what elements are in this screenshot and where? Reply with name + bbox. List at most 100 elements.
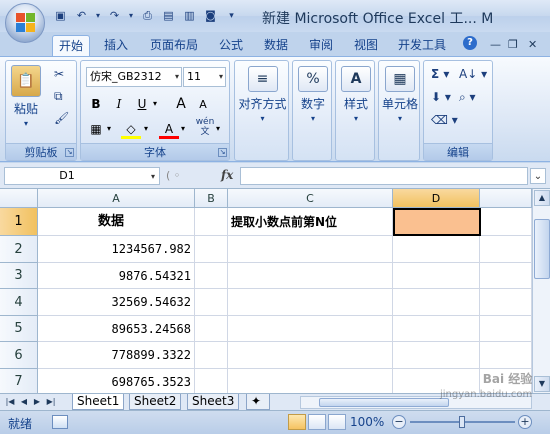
phonetic-guide-button[interactable]: wén 文 — [195, 117, 215, 137]
cell-a7[interactable]: 698765.3523 — [38, 369, 195, 393]
tab-formulas[interactable]: 公式 — [219, 35, 243, 56]
page-layout-view-button[interactable] — [308, 414, 326, 430]
cell-c7[interactable] — [228, 369, 393, 393]
format-painter-icon[interactable]: 🖌 — [54, 111, 69, 125]
cell-a5[interactable]: 89653.24568 — [38, 316, 195, 342]
tab-developer[interactable]: 开发工具 — [398, 35, 446, 56]
vertical-scrollbar[interactable]: ▲ ▼ — [532, 189, 550, 393]
cell-c3[interactable] — [228, 263, 393, 289]
number-button[interactable]: % 数字 ▾ — [293, 66, 333, 123]
macro-record-icon[interactable] — [52, 415, 68, 429]
cut-icon[interactable]: ✂ — [54, 67, 64, 81]
prev-sheet-icon[interactable]: ◀ — [18, 396, 30, 408]
cell-d4[interactable] — [393, 289, 480, 316]
undo-dropdown-icon[interactable]: ▾ — [94, 7, 102, 24]
phonetic-dropdown-icon[interactable]: ▾ — [213, 119, 223, 139]
cell-a4[interactable]: 32569.54632 — [38, 289, 195, 316]
cell-a3[interactable]: 9876.54321 — [38, 263, 195, 289]
expand-formula-bar-icon[interactable]: ⌄ — [530, 168, 546, 184]
cell-b2[interactable] — [195, 236, 228, 263]
redo-icon[interactable]: ↷ — [106, 7, 123, 24]
customize-qat-icon[interactable]: ▾ — [223, 7, 240, 24]
grow-font-button[interactable]: A — [171, 94, 191, 114]
last-sheet-icon[interactable]: ▶| — [45, 396, 57, 408]
font-color-button[interactable]: A — [159, 119, 179, 139]
cell-a6[interactable]: 778899.3322 — [38, 342, 195, 369]
cells-button[interactable]: ▦ 单元格 ▾ — [379, 66, 421, 123]
column-header-d[interactable]: D — [393, 189, 480, 208]
cell-b6[interactable] — [195, 342, 228, 369]
cell-d3[interactable] — [393, 263, 480, 289]
borders-icon[interactable]: ▦ — [86, 119, 106, 139]
clear-icon[interactable]: ⌫ ▾ — [431, 113, 458, 127]
next-sheet-icon[interactable]: ▶ — [31, 396, 43, 408]
tab-view[interactable]: 视图 — [354, 35, 378, 56]
page-break-view-button[interactable] — [328, 414, 346, 430]
cell-b7[interactable] — [195, 369, 228, 393]
cell-c2[interactable] — [228, 236, 393, 263]
zoom-in-icon[interactable]: + — [518, 415, 532, 429]
minimize-ribbon-icon[interactable]: — — [490, 38, 501, 51]
undo-icon[interactable]: ↶ — [73, 7, 90, 24]
select-all-corner[interactable] — [0, 189, 38, 208]
zoom-level[interactable]: 100% — [350, 415, 384, 429]
print-preview-icon[interactable]: ⎙ — [139, 7, 156, 24]
cell-c6[interactable] — [228, 342, 393, 369]
bold-button[interactable]: B — [86, 94, 106, 114]
tab-data[interactable]: 数据 — [264, 35, 288, 56]
fill-color-dropdown-icon[interactable]: ▾ — [141, 119, 151, 139]
camera-icon[interactable]: ◙ — [202, 7, 219, 24]
cell-a1[interactable]: 数据 — [38, 208, 195, 236]
paste-button[interactable]: 📋 粘贴 ▾ — [10, 65, 42, 128]
scroll-down-icon[interactable]: ▼ — [534, 376, 550, 392]
borders-dropdown-icon[interactable]: ▾ — [104, 119, 114, 139]
font-launcher-icon[interactable]: ↘ — [218, 148, 227, 157]
cell-a2[interactable]: 1234567.982 — [38, 236, 195, 263]
column-header-b[interactable]: B — [195, 189, 228, 208]
font-name-combo[interactable]: 仿宋_GB2312 ▾ — [86, 67, 182, 87]
autosum-icon[interactable]: Σ ▾ — [431, 67, 449, 81]
cell-b1[interactable] — [195, 208, 228, 236]
copy-icon[interactable]: ⧉ — [54, 89, 63, 104]
cell-e2[interactable] — [480, 236, 532, 263]
cell-e3[interactable] — [480, 263, 532, 289]
tab-page-layout[interactable]: 页面布局 — [150, 35, 198, 56]
italic-button[interactable]: I — [109, 94, 129, 114]
formula-input[interactable] — [240, 167, 528, 185]
restore-window-icon[interactable]: ❐ — [508, 38, 518, 51]
row-header-2[interactable]: 2 — [0, 236, 38, 263]
column-header-c[interactable]: C — [228, 189, 393, 208]
help-icon[interactable]: ? — [463, 36, 477, 50]
cell-d1[interactable] — [393, 208, 481, 236]
font-color-dropdown-icon[interactable]: ▾ — [178, 119, 188, 139]
cell-e5[interactable] — [480, 316, 532, 342]
alignment-button[interactable]: ≡ 对齐方式 ▾ — [235, 66, 290, 123]
sheet-tab-sheet1[interactable]: Sheet1 — [72, 394, 125, 410]
redo-dropdown-icon[interactable]: ▾ — [127, 7, 135, 24]
cell-c4[interactable] — [228, 289, 393, 316]
insert-sheet-icon[interactable]: ✦ — [246, 394, 270, 410]
zoom-out-icon[interactable]: − — [392, 415, 406, 429]
column-header-e[interactable] — [480, 189, 532, 208]
underline-button[interactable]: U — [132, 94, 152, 114]
tab-insert[interactable]: 插入 — [104, 35, 128, 56]
find-select-icon[interactable]: ⌕ ▾ — [459, 90, 476, 105]
sheet-tab-sheet2[interactable]: Sheet2 — [129, 394, 182, 410]
sort-filter-icon[interactable]: A↓ ▾ — [459, 67, 487, 81]
zoom-slider-thumb[interactable] — [459, 416, 465, 428]
cell-d2[interactable] — [393, 236, 480, 263]
cell-b5[interactable] — [195, 316, 228, 342]
clipboard-launcher-icon[interactable]: ↘ — [65, 148, 74, 157]
cell-c1[interactable]: 提取小数点前第N位 — [228, 208, 393, 236]
cell-e4[interactable] — [480, 289, 532, 316]
cell-e1[interactable] — [481, 208, 532, 236]
row-header-7[interactable]: 7 — [0, 369, 38, 393]
horizontal-scroll-thumb[interactable] — [319, 398, 449, 407]
new-document-icon[interactable]: ▤ — [160, 7, 177, 24]
tab-home[interactable]: 开始 — [52, 35, 91, 56]
shrink-font-button[interactable]: A — [193, 95, 213, 115]
normal-view-button[interactable] — [288, 414, 306, 430]
cell-c5[interactable] — [228, 316, 393, 342]
scroll-up-icon[interactable]: ▲ — [534, 190, 550, 206]
cell-d6[interactable] — [393, 342, 480, 369]
